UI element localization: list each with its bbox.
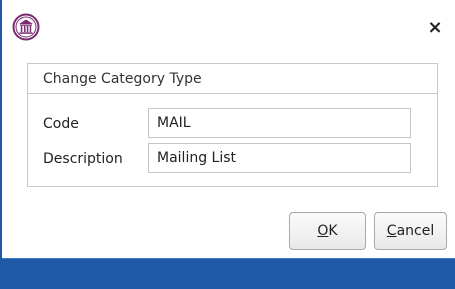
title-bar: × (2, 0, 455, 52)
ok-mnemonic: O (317, 223, 329, 239)
description-field[interactable]: Mailing List (148, 143, 411, 173)
dialog-window: × Change Category Type Code MAIL Descrip… (0, 0, 455, 289)
close-button[interactable]: × (422, 14, 448, 40)
group-title: Change Category Type (28, 64, 437, 94)
code-field[interactable]: MAIL (148, 108, 411, 138)
change-category-type-group: Change Category Type Code MAIL Descripti… (27, 63, 438, 187)
ok-button[interactable]: OK (289, 212, 366, 250)
cancel-mnemonic: C (386, 223, 397, 239)
close-icon[interactable]: × (427, 17, 442, 38)
ok-label-rest: K (328, 223, 338, 239)
cancel-button[interactable]: Cancel (374, 212, 447, 250)
code-label: Code (43, 116, 79, 132)
bank-building-icon (12, 13, 40, 41)
status-bar (2, 258, 455, 289)
cancel-label-rest: ancel (396, 223, 435, 239)
description-label: Description (43, 151, 123, 167)
